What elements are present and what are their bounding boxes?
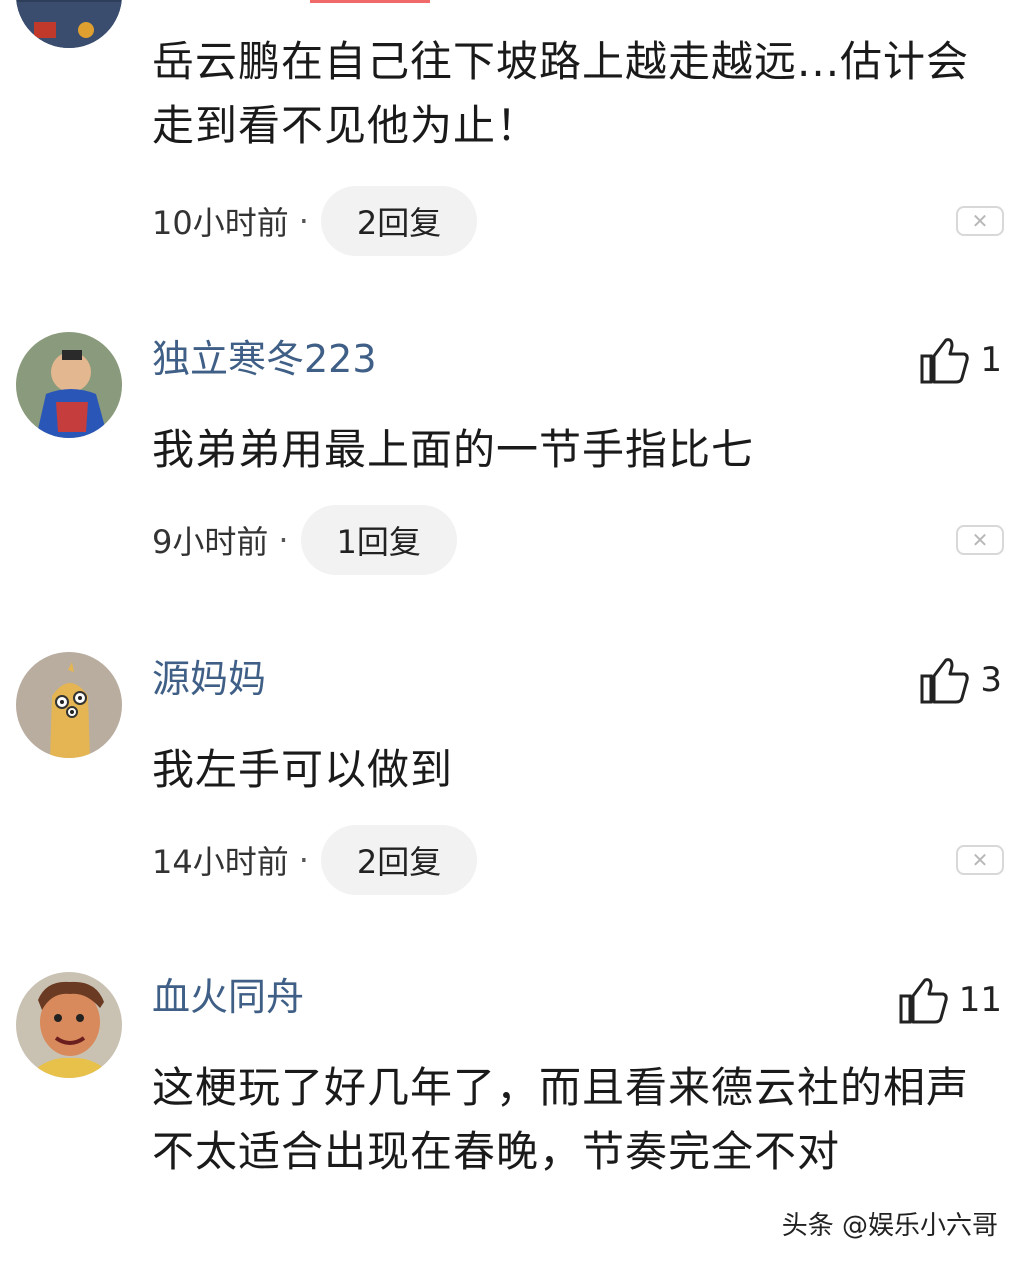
avatar[interactable] — [16, 332, 122, 438]
like-count: 3 — [980, 660, 1002, 700]
thumbs-up-icon — [920, 656, 970, 704]
comment-meta: 9小时前 · 1回复 — [152, 505, 457, 575]
reply-count-button[interactable]: 2回复 — [320, 825, 478, 895]
close-icon[interactable]: ✕ — [956, 206, 1004, 236]
thumbs-up-icon — [920, 336, 970, 384]
comment-text: 我左手可以做到 — [152, 745, 454, 794]
separator-dot: · — [278, 521, 289, 559]
like-button[interactable]: 3 — [920, 656, 1002, 704]
comment-time: 9小时前 — [152, 523, 269, 561]
close-icon[interactable]: ✕ — [956, 525, 1004, 555]
like-count: 1 — [980, 340, 1002, 380]
comment-time: 14小时前 — [152, 843, 289, 881]
reply-count-button[interactable]: 1回复 — [300, 505, 457, 575]
comment-meta: 10小时前 · 2回复 — [152, 186, 478, 256]
comment-meta: 14小时前 · 2回复 — [152, 825, 478, 895]
avatar-image — [16, 652, 122, 758]
avatar[interactable] — [16, 0, 122, 48]
top-accent-bar — [310, 0, 430, 3]
username[interactable]: 独立寒冬223 — [152, 340, 377, 378]
like-button[interactable]: 11 — [899, 976, 1002, 1024]
separator-dot: · — [298, 202, 309, 240]
comment-text: 我弟弟用最上面的一节手指比七 — [152, 425, 755, 474]
avatar[interactable] — [16, 972, 122, 1078]
avatar-image — [16, 332, 122, 438]
separator-dot: · — [298, 841, 309, 879]
avatar-image — [16, 0, 122, 48]
comment-text: 这梗玩了好几年了，而且看来德云社的相声不太适合出现在春晚，节奏完全不对 — [152, 1063, 970, 1176]
watermark: 头条 @娱乐小六哥 — [781, 1211, 998, 1241]
comment-time: 10小时前 — [152, 204, 289, 242]
avatar[interactable] — [16, 652, 122, 758]
close-icon[interactable]: ✕ — [956, 845, 1004, 875]
avatar-image — [16, 972, 122, 1078]
comment-text: 岳云鹏在自己往下坡路上越走越远...估计会走到看不见他为止！ — [152, 37, 970, 150]
reply-count-button[interactable]: 2回复 — [320, 186, 478, 256]
username[interactable]: 血火同舟 — [152, 978, 304, 1016]
username[interactable]: 源妈妈 — [152, 660, 266, 698]
like-count: 11 — [958, 980, 1002, 1020]
like-button[interactable]: 1 — [920, 336, 1002, 384]
thumbs-up-icon — [899, 976, 949, 1024]
